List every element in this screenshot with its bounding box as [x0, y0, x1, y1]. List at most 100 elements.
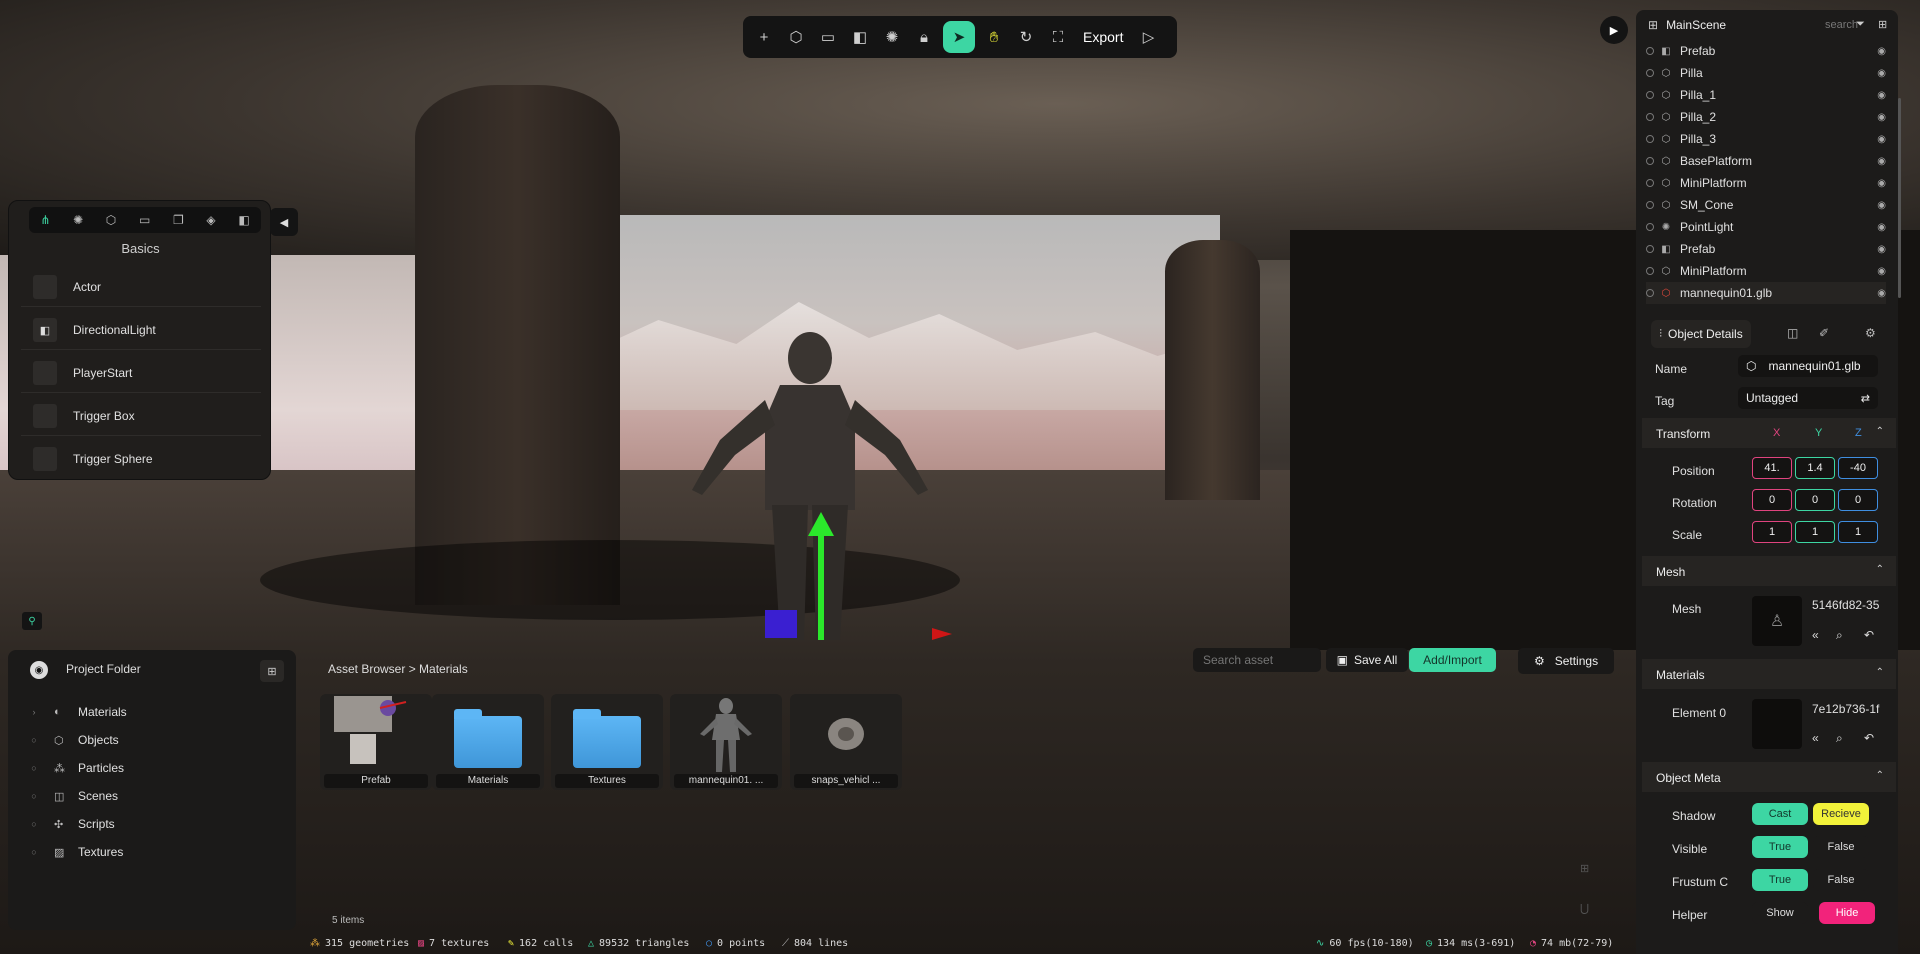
tree-item[interactable]: ⬡ MiniPlatform ◉: [1646, 172, 1886, 194]
tree-item[interactable]: ⬡ Pilla ◉: [1646, 62, 1886, 84]
eye-icon[interactable]: ◉: [1877, 266, 1886, 277]
chevron-up-icon[interactable]: ⌃: [1876, 564, 1884, 575]
add-import-button[interactable]: Add/Import: [1409, 648, 1496, 672]
swap-icon[interactable]: ⇄: [1861, 392, 1870, 405]
folder-item-materials[interactable]: › ◐ Materials: [28, 701, 127, 723]
tree-item[interactable]: ◧ Prefab ◉: [1646, 40, 1886, 62]
expand-dot-icon[interactable]: [1646, 245, 1654, 253]
expand-dot-icon[interactable]: [1646, 157, 1654, 165]
object-icon[interactable]: ⬡: [783, 24, 809, 50]
scene-name[interactable]: MainScene: [1666, 18, 1726, 32]
actor-item[interactable]: PlayerStart: [21, 354, 261, 393]
tree-item[interactable]: ✺ PointLight ◉: [1646, 216, 1886, 238]
expand-dot-icon[interactable]: [1646, 179, 1654, 187]
tree-item[interactable]: ⬡ MiniPlatform ◉: [1646, 260, 1886, 282]
eye-icon[interactable]: ◉: [1877, 156, 1886, 167]
undo-icon[interactable]: ↶: [1864, 731, 1874, 745]
cube-icon[interactable]: ◈: [206, 213, 215, 227]
asset-item-mannequin[interactable]: ⬡ mannequin01. ...: [670, 694, 782, 790]
chevron-up-icon[interactable]: ⌃: [1876, 770, 1884, 781]
chevron-up-icon[interactable]: ⌃: [1876, 426, 1884, 437]
gizmo-y-axis[interactable]: [818, 528, 824, 640]
eye-icon[interactable]: ◉: [1877, 90, 1886, 101]
expand-dot-icon[interactable]: [1646, 91, 1654, 99]
chevron-right-icon[interactable]: ›: [28, 707, 40, 717]
object-icon[interactable]: ⬡: [106, 213, 116, 227]
new-folder-icon[interactable]: ⊞: [260, 660, 284, 682]
asset-search-input[interactable]: [1193, 648, 1321, 672]
light-icon[interactable]: ✺: [73, 213, 83, 227]
expand-dot-icon[interactable]: [1646, 69, 1654, 77]
camera-icon[interactable]: ▭: [815, 24, 841, 50]
mesh-section-header[interactable]: Mesh ⌃: [1642, 556, 1896, 586]
mannequin-model[interactable]: [680, 330, 940, 640]
folder-item-scenes[interactable]: ○ ◫ Scenes: [28, 785, 118, 807]
add-icon[interactable]: +: [751, 24, 777, 50]
light-icon[interactable]: ✺: [879, 24, 905, 50]
eye-icon[interactable]: ◉: [1877, 134, 1886, 145]
tree-scrollbar[interactable]: [1898, 98, 1901, 298]
lock-icon[interactable]: 🔒︎: [911, 24, 937, 50]
tree-item[interactable]: ⬡ BasePlatform ◉: [1646, 150, 1886, 172]
rotate-tool-icon[interactable]: ↻: [1013, 24, 1039, 50]
folder-item-objects[interactable]: ○ ⬡ Objects: [28, 729, 118, 751]
eye-icon[interactable]: ◉: [1877, 68, 1886, 79]
eye-icon[interactable]: ◉: [1877, 288, 1886, 299]
panel-icon[interactable]: ◧: [238, 213, 249, 227]
actor-item[interactable]: Trigger Box: [21, 397, 261, 436]
expand-dot-icon[interactable]: [1646, 201, 1654, 209]
eye-icon[interactable]: ◉: [1877, 200, 1886, 211]
chevron-up-icon[interactable]: ⌃: [1876, 667, 1884, 678]
tree-item[interactable]: ⬡ Pilla_2 ◉: [1646, 106, 1886, 128]
new-folder-icon[interactable]: ⊞: [1878, 18, 1887, 31]
grid-icon[interactable]: ⊞: [1580, 862, 1598, 878]
hand-tool-icon[interactable]: ✋︎: [981, 24, 1007, 50]
frustum-false-button[interactable]: False: [1813, 869, 1869, 891]
eye-icon[interactable]: ◉: [1877, 46, 1886, 57]
toggle-panel-icon[interactable]: ▶: [1600, 16, 1628, 44]
object-meta-section-header[interactable]: Object Meta ⌃: [1642, 762, 1896, 792]
gizmo-y-arrow[interactable]: [808, 512, 834, 536]
copy-icon[interactable]: ❐: [173, 213, 184, 227]
materials-section-header[interactable]: Materials ⌃: [1642, 659, 1896, 689]
tab-script-icon[interactable]: ✐: [1819, 326, 1829, 340]
expand-dot-icon[interactable]: [1646, 113, 1654, 121]
tree-item[interactable]: ◧ Prefab ◉: [1646, 238, 1886, 260]
tab-settings-icon[interactable]: ⚙: [1865, 326, 1876, 340]
actor-item[interactable]: Actor: [21, 268, 261, 307]
camera-icon[interactable]: ▭: [139, 213, 150, 227]
chevrons-left-icon[interactable]: «: [1812, 731, 1819, 745]
position-z-input[interactable]: -40: [1838, 457, 1878, 479]
actor-item[interactable]: ◧ DirectionalLight: [21, 311, 261, 350]
rotation-y-input[interactable]: 0: [1795, 489, 1835, 511]
eye-icon[interactable]: ◉: [1877, 244, 1886, 255]
search-icon[interactable]: ⌕: [1836, 628, 1843, 643]
transform-section-header[interactable]: Transform X Y Z ⌃: [1642, 418, 1896, 448]
chevrons-left-icon[interactable]: «: [1812, 628, 1819, 642]
name-field[interactable]: ⬡ mannequin01.glb: [1738, 355, 1878, 377]
position-y-input[interactable]: 1.4: [1795, 457, 1835, 479]
filter-icon[interactable]: ⏷: [1856, 18, 1865, 31]
eye-icon[interactable]: ◉: [1877, 112, 1886, 123]
collapse-left-icon[interactable]: ◀: [270, 208, 298, 236]
eye-icon[interactable]: ◉: [1877, 222, 1886, 233]
folder-item-particles[interactable]: ○ ⁂ Particles: [28, 757, 124, 779]
tree-item[interactable]: ⬡ SM_Cone ◉: [1646, 194, 1886, 216]
shadow-recieve-toggle[interactable]: Recieve: [1813, 803, 1869, 825]
hierarchy-icon[interactable]: ⋔: [40, 213, 50, 227]
play-icon[interactable]: ▷: [1135, 24, 1161, 50]
tab-object-details[interactable]: ⫶ Object Details: [1651, 320, 1751, 348]
panel-icon[interactable]: ◧: [847, 24, 873, 50]
search-icon[interactable]: ⌕: [1836, 731, 1843, 746]
expand-dot-icon[interactable]: [1646, 47, 1654, 55]
settings-button[interactable]: ⚙ Settings: [1518, 648, 1614, 674]
export-button[interactable]: Export: [1077, 29, 1129, 45]
shadow-cast-toggle[interactable]: Cast: [1752, 803, 1808, 825]
expand-dot-icon[interactable]: [1646, 135, 1654, 143]
position-x-input[interactable]: 41.: [1752, 457, 1792, 479]
scale-x-input[interactable]: 1: [1752, 521, 1792, 543]
pin-icon[interactable]: ⚲: [22, 612, 42, 630]
expand-dot-icon[interactable]: [1646, 267, 1654, 275]
tree-item[interactable]: ⬡ mannequin01.glb ◉: [1646, 282, 1886, 304]
visible-false-button[interactable]: False: [1813, 836, 1869, 858]
